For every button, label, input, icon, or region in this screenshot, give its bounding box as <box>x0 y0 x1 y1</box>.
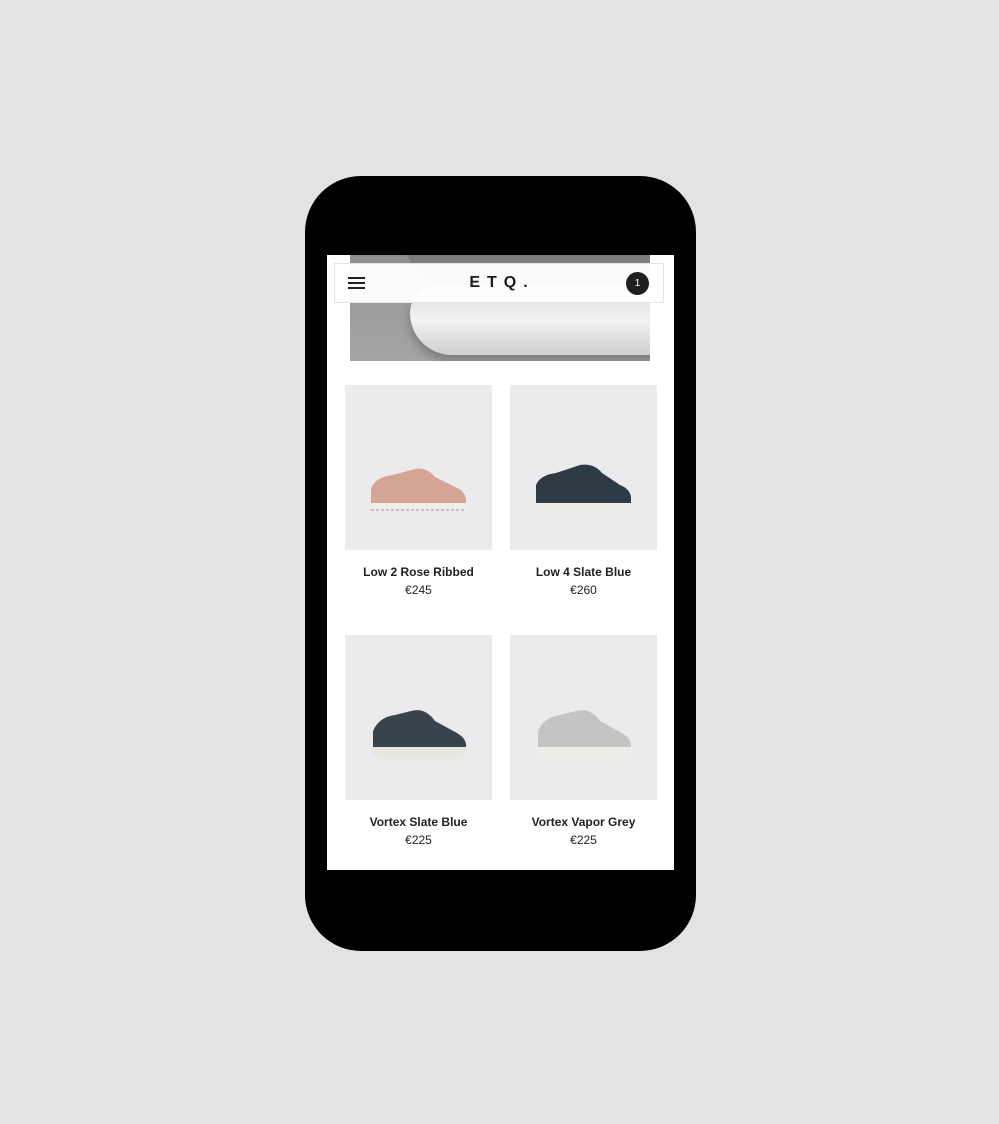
product-card[interactable]: Low 2 Rose Ribbed €245 <box>345 385 492 597</box>
product-image[interactable] <box>510 385 657 550</box>
product-price: €260 <box>570 583 597 597</box>
phone-screen: ETQ. 1 Low 2 Rose Ribbed €245 Low 4 Slat… <box>327 255 674 870</box>
product-image[interactable] <box>345 635 492 800</box>
product-image[interactable] <box>345 385 492 550</box>
product-price: €245 <box>405 583 432 597</box>
site-header: ETQ. 1 <box>334 263 664 303</box>
product-card[interactable]: Vortex Slate Blue €225 <box>345 635 492 847</box>
cart-count-badge[interactable]: 1 <box>626 272 649 295</box>
product-name[interactable]: Vortex Vapor Grey <box>510 815 657 829</box>
brand-logo[interactable]: ETQ. <box>335 274 663 292</box>
product-name[interactable]: Low 4 Slate Blue <box>510 565 657 579</box>
product-price: €225 <box>405 833 432 847</box>
product-card[interactable]: Low 4 Slate Blue €260 <box>510 385 657 597</box>
product-card[interactable]: Vortex Vapor Grey €225 <box>510 635 657 847</box>
product-name[interactable]: Low 2 Rose Ribbed <box>345 565 492 579</box>
product-price: €225 <box>570 833 597 847</box>
product-image[interactable] <box>510 635 657 800</box>
product-name[interactable]: Vortex Slate Blue <box>345 815 492 829</box>
